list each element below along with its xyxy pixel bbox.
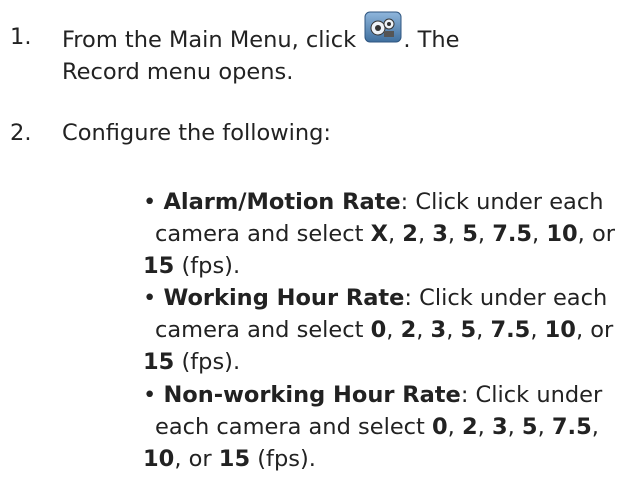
item-line-3: 15 (fps). <box>143 346 240 378</box>
item-title: Alarm/Motion Rate <box>163 189 401 215</box>
option-value: 3 <box>430 317 447 343</box>
option-value: 3 <box>491 414 508 440</box>
bullet-glyph: • <box>143 189 157 215</box>
item-text: , or <box>575 317 614 343</box>
item-line-2: camera and select 0, 2, 3, 5, 7.5, 10, o… <box>155 314 613 346</box>
item-title: Working Hour Rate <box>163 285 405 311</box>
option-value: 10 <box>544 317 576 343</box>
item-line-2: each camera and select 0, 2, 3, 5, 7.5, <box>155 411 599 443</box>
separator: , <box>447 414 462 440</box>
option-value: 7.5 <box>551 414 592 440</box>
item-text: : Click under each <box>404 285 608 311</box>
separator: , <box>386 317 401 343</box>
step-text-after-icon: . The <box>403 27 460 53</box>
record-camera-icon <box>364 11 402 43</box>
separator: , <box>387 221 403 247</box>
step-number: 1. <box>10 24 32 50</box>
separator: , <box>532 221 547 247</box>
item-line-3: 10, or 15 (fps). <box>143 443 316 475</box>
step-text: From the Main Menu, click . The Record m… <box>62 11 460 88</box>
separator: , <box>447 221 463 247</box>
item-line-3: 15 (fps). <box>143 250 240 282</box>
step-line-2: Record menu opens. <box>62 59 294 85</box>
option-value: X <box>370 221 388 247</box>
item-line-1: • Non-working Hour Rate: Click under <box>143 379 602 411</box>
separator: , <box>417 221 433 247</box>
item-line-1: • Working Hour Rate: Click under each <box>143 282 607 314</box>
separator: , <box>477 414 492 440</box>
item-line-2: camera and select X, 2, 3, 5, 7.5, 10, o… <box>155 218 615 250</box>
option-value: 0 <box>432 414 448 440</box>
step-number: 2. <box>10 120 32 146</box>
option-value: 0 <box>370 317 387 343</box>
item-text: : Click under each <box>400 189 604 215</box>
item-text: , or <box>577 221 615 247</box>
option-value: 2 <box>461 414 478 440</box>
option-value: 15 <box>143 253 175 279</box>
item-text: : Click under <box>460 382 603 408</box>
item-text: each camera and select <box>155 414 433 440</box>
separator: , <box>416 317 431 343</box>
option-value: 5 <box>462 221 478 247</box>
item-text: (fps). <box>174 253 241 279</box>
step-text-before-icon: From the Main Menu, click <box>62 27 357 53</box>
option-value: 5 <box>521 414 538 440</box>
option-value: 3 <box>432 221 448 247</box>
step-line-1: From the Main Menu, click . The <box>62 11 460 56</box>
separator: , <box>446 317 461 343</box>
separator: , <box>507 414 522 440</box>
item-text: , or <box>174 446 219 472</box>
option-value: 10 <box>546 221 578 247</box>
option-value: 5 <box>460 317 477 343</box>
item-line-1: • Alarm/Motion Rate: Click under each <box>143 186 603 218</box>
separator: , <box>477 221 493 247</box>
separator: , <box>537 414 552 440</box>
option-value: 15 <box>218 446 251 472</box>
item-text: camera and select <box>155 317 371 343</box>
bullet-glyph: • <box>143 382 157 408</box>
item-text: camera and select <box>155 221 371 247</box>
separator: , <box>591 414 599 440</box>
option-value: 10 <box>143 446 175 472</box>
item-text: (fps). <box>174 349 241 375</box>
option-value: 7.5 <box>490 317 531 343</box>
separator: , <box>476 317 491 343</box>
bullet-glyph: • <box>143 285 157 311</box>
separator: , <box>530 317 545 343</box>
item-text: (fps). <box>250 446 316 472</box>
option-value: 15 <box>143 349 175 375</box>
option-value: 2 <box>400 317 417 343</box>
step-text: Configure the following: <box>62 120 332 146</box>
item-title: Non-working Hour Rate <box>163 382 461 408</box>
option-value: 7.5 <box>492 221 533 247</box>
option-value: 2 <box>402 221 418 247</box>
